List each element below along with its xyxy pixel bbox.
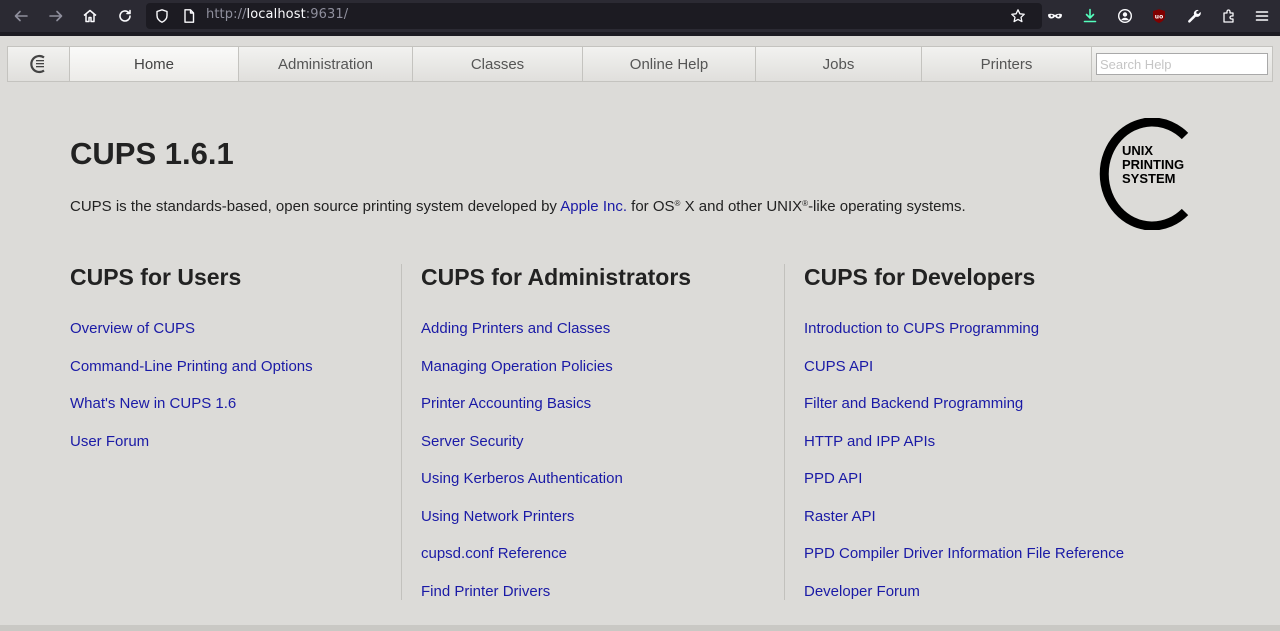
link-network-printers[interactable]: Using Network Printers xyxy=(421,508,574,525)
link-intro-programming[interactable]: Introduction to CUPS Programming xyxy=(804,320,1039,337)
list-item: Server Security xyxy=(421,433,623,471)
tab-online-help[interactable]: Online Help xyxy=(583,47,756,81)
search-input[interactable] xyxy=(1096,53,1268,75)
reload-icon[interactable] xyxy=(113,4,137,28)
menu-icon[interactable] xyxy=(1250,4,1274,28)
developer-link-list: Introduction to CUPS Programming CUPS AP… xyxy=(804,320,1124,620)
column-heading: CUPS for Developers xyxy=(804,264,1036,290)
intro-text-unix: X and other UNIX xyxy=(680,198,803,215)
link-ppd-api[interactable]: PPD API xyxy=(804,470,862,487)
cups-nav-bar: Home Administration Classes Online Help … xyxy=(7,46,1273,82)
unix-printing-system-logo: UNIX PRINTING SYSTEM xyxy=(1099,118,1189,230)
extensions-icon[interactable] xyxy=(1217,4,1241,28)
tab-jobs[interactable]: Jobs xyxy=(756,47,922,81)
list-item: CUPS API xyxy=(804,358,1124,396)
link-operation-policies[interactable]: Managing Operation Policies xyxy=(421,358,613,375)
link-ppd-compiler[interactable]: PPD Compiler Driver Information File Ref… xyxy=(804,545,1124,562)
page-icon[interactable] xyxy=(177,4,201,28)
svg-text:PRINTING: PRINTING xyxy=(1122,157,1184,172)
list-item: Introduction to CUPS Programming xyxy=(804,320,1124,358)
shield-icon[interactable] xyxy=(150,4,174,28)
home-icon[interactable] xyxy=(78,4,102,28)
list-item: PPD Compiler Driver Information File Ref… xyxy=(804,545,1124,583)
ublock-icon[interactable]: uo xyxy=(1147,4,1171,28)
intro-text: CUPS is the standards-based, open source… xyxy=(70,198,966,215)
users-link-list: Overview of CUPS Command-Line Printing a… xyxy=(70,320,313,470)
wrench-icon[interactable] xyxy=(1182,4,1206,28)
download-icon[interactable] xyxy=(1078,4,1102,28)
link-printer-accounting[interactable]: Printer Accounting Basics xyxy=(421,395,591,412)
intro-text-end: -like operating systems. xyxy=(808,198,966,215)
list-item: Command-Line Printing and Options xyxy=(70,358,313,396)
cups-logo-icon[interactable] xyxy=(8,47,70,81)
list-item: Filter and Backend Programming xyxy=(804,395,1124,433)
apple-link[interactable]: Apple Inc. xyxy=(560,198,627,215)
mask-icon[interactable] xyxy=(1043,4,1067,28)
list-item: Using Kerberos Authentication xyxy=(421,470,623,508)
list-item: Managing Operation Policies xyxy=(421,358,623,396)
browser-toolbar: http://localhost:9631/ uo xyxy=(0,0,1280,32)
list-item: Adding Printers and Classes xyxy=(421,320,623,358)
list-item: HTTP and IPP APIs xyxy=(804,433,1124,471)
column-heading: CUPS for Administrators xyxy=(421,264,692,290)
bookmark-star-icon[interactable] xyxy=(1006,4,1030,28)
column-divider xyxy=(401,264,402,600)
list-item: PPD API xyxy=(804,470,1124,508)
link-overview-of-cups[interactable]: Overview of CUPS xyxy=(70,320,195,337)
url-text: http://localhost:9631/ xyxy=(206,7,349,22)
tab-printers[interactable]: Printers xyxy=(922,47,1092,81)
intro-text-start: CUPS is the standards-based, open source… xyxy=(70,198,561,215)
link-http-ipp-apis[interactable]: HTTP and IPP APIs xyxy=(804,433,935,450)
page-title: CUPS 1.6.1 xyxy=(70,136,234,171)
svg-text:SYSTEM: SYSTEM xyxy=(1122,171,1175,186)
page-bottom-border xyxy=(0,625,1280,631)
svg-text:UNIX: UNIX xyxy=(1122,143,1153,158)
link-filter-backend[interactable]: Filter and Backend Programming xyxy=(804,395,1023,412)
list-item: Printer Accounting Basics xyxy=(421,395,623,433)
link-cupsd-conf[interactable]: cupsd.conf Reference xyxy=(421,545,567,562)
intro-text-os: for OS xyxy=(627,198,675,215)
link-whats-new[interactable]: What's New in CUPS 1.6 xyxy=(70,395,236,412)
svg-text:uo: uo xyxy=(1155,13,1163,20)
column-developers: CUPS for Developers Introduction to CUPS… xyxy=(804,264,1124,600)
link-developer-forum[interactable]: Developer Forum xyxy=(804,583,920,600)
admin-link-list: Adding Printers and Classes Managing Ope… xyxy=(421,320,623,620)
list-item: cupsd.conf Reference xyxy=(421,545,623,583)
forward-icon[interactable] xyxy=(44,4,68,28)
back-icon[interactable] xyxy=(9,4,33,28)
tab-classes[interactable]: Classes xyxy=(413,47,583,81)
link-find-drivers[interactable]: Find Printer Drivers xyxy=(421,583,550,600)
tab-administration[interactable]: Administration xyxy=(239,47,413,81)
column-divider xyxy=(784,264,785,600)
account-icon[interactable] xyxy=(1113,4,1137,28)
list-item: Overview of CUPS xyxy=(70,320,313,358)
link-user-forum[interactable]: User Forum xyxy=(70,433,149,450)
list-item: User Forum xyxy=(70,433,313,471)
list-item: What's New in CUPS 1.6 xyxy=(70,395,313,433)
link-cups-api[interactable]: CUPS API xyxy=(804,358,873,375)
column-heading: CUPS for Users xyxy=(70,264,242,290)
link-command-line-printing[interactable]: Command-Line Printing and Options xyxy=(70,358,313,375)
list-item: Developer Forum xyxy=(804,583,1124,621)
link-adding-printers[interactable]: Adding Printers and Classes xyxy=(421,320,610,337)
list-item: Find Printer Drivers xyxy=(421,583,623,621)
search-container xyxy=(1092,47,1272,81)
list-item: Using Network Printers xyxy=(421,508,623,546)
page-content: Home Administration Classes Online Help … xyxy=(0,36,1280,631)
list-item: Raster API xyxy=(804,508,1124,546)
column-users: CUPS for Users Overview of CUPS Command-… xyxy=(70,264,313,450)
link-kerberos[interactable]: Using Kerberos Authentication xyxy=(421,470,623,487)
column-administrators: CUPS for Administrators Adding Printers … xyxy=(421,264,692,600)
tab-home[interactable]: Home xyxy=(70,47,239,81)
link-server-security[interactable]: Server Security xyxy=(421,433,524,450)
link-raster-api[interactable]: Raster API xyxy=(804,508,876,525)
